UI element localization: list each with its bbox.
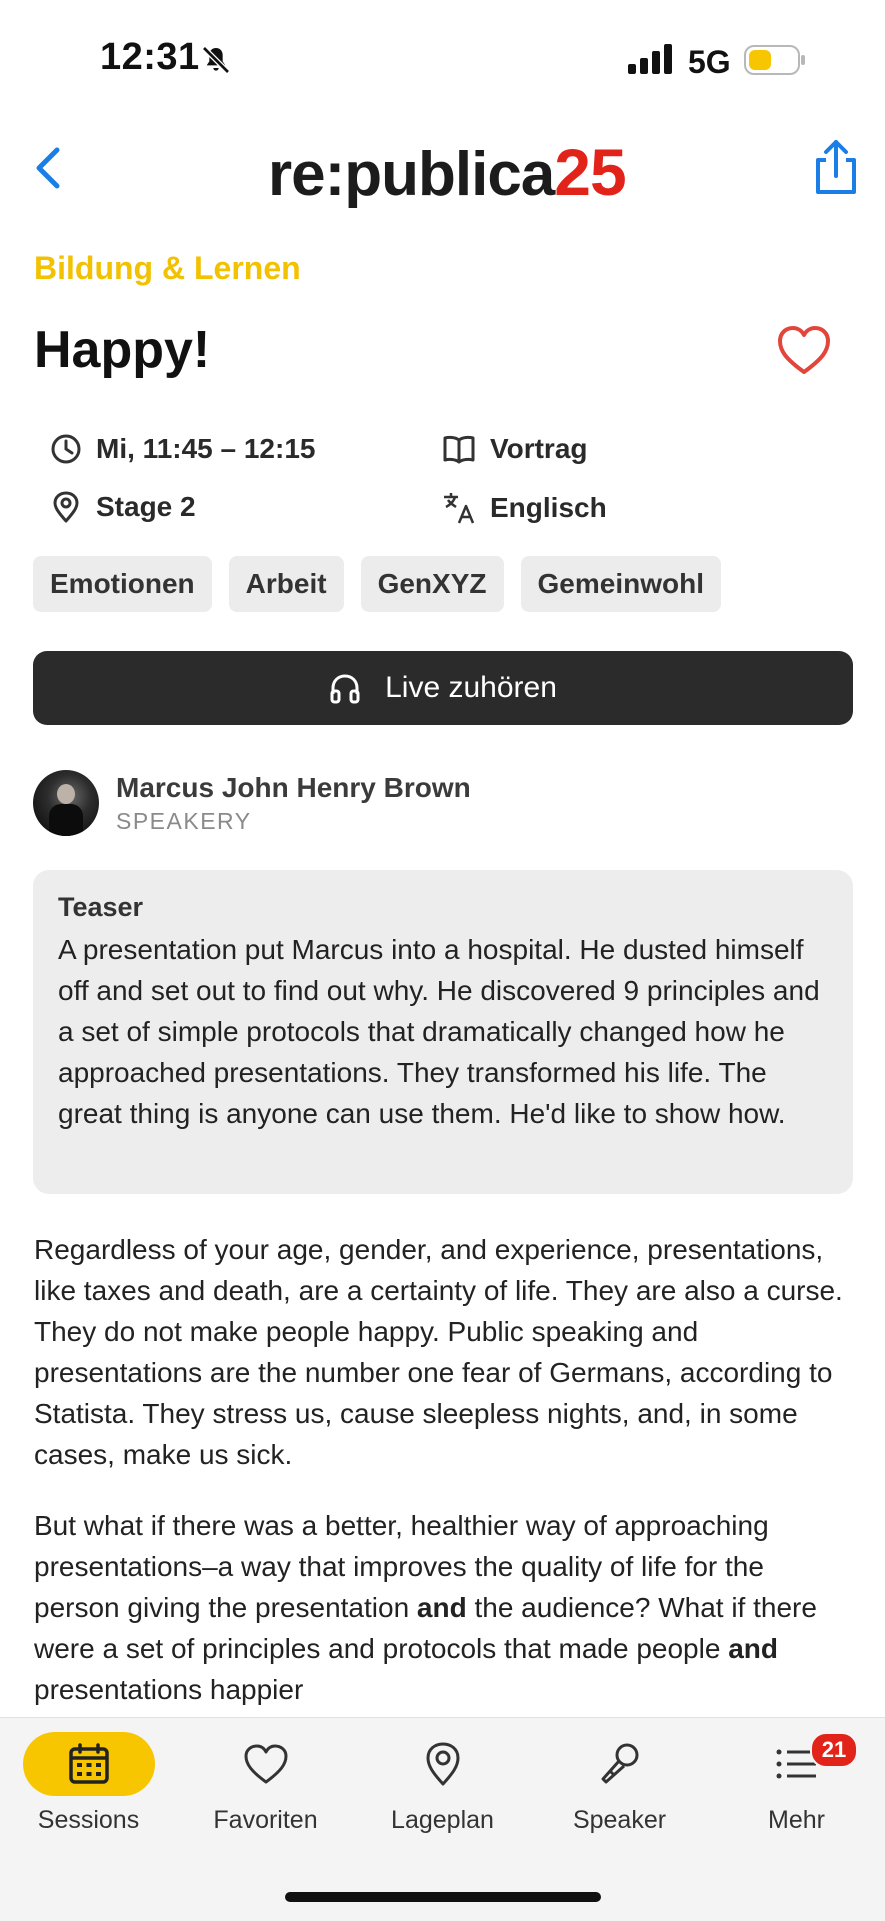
share-icon xyxy=(816,140,856,194)
microphone-icon xyxy=(601,1743,638,1784)
listen-live-label: Live zuhören xyxy=(385,671,557,704)
heart-icon xyxy=(244,1744,287,1784)
favorite-button[interactable] xyxy=(776,324,832,378)
tab-speaker[interactable]: Speaker xyxy=(531,1718,708,1848)
tab-label: Speaker xyxy=(572,1806,667,1834)
map-pin-icon xyxy=(426,1742,459,1786)
book-icon xyxy=(443,435,475,464)
session-title: Happy! xyxy=(34,321,211,379)
battery-icon xyxy=(744,44,806,81)
bold-text: and xyxy=(728,1633,778,1664)
tab-bar: Sessions Favoriten Lageplan Speaker 21 M… xyxy=(0,1717,885,1921)
bell-muted-icon xyxy=(200,44,232,81)
bold-text: and xyxy=(416,1592,467,1623)
network-type: 5G xyxy=(688,44,731,80)
teaser-label: Teaser xyxy=(58,892,144,922)
session-location-row: Stage 2 xyxy=(50,491,196,523)
speaker-name: Marcus John Henry Brown xyxy=(116,771,471,803)
logo-text: re:publica xyxy=(268,140,555,209)
tag-list: Emotionen Arbeit GenXYZ Gemeinwohl xyxy=(33,556,721,612)
tab-label: Favoriten xyxy=(213,1806,318,1834)
location-pin-icon xyxy=(53,491,79,523)
cellular-signal-icon xyxy=(628,44,674,79)
tag-chip[interactable]: Arbeit xyxy=(228,556,344,612)
speaker-row[interactable]: Marcus John Henry Brown SPEAKERY xyxy=(33,770,471,836)
notification-badge: 21 xyxy=(810,1732,858,1768)
tab-label: Mehr xyxy=(768,1806,825,1834)
heart-icon xyxy=(778,326,830,374)
text-span: presentations happier xyxy=(34,1674,304,1705)
session-format-row: Vortrag xyxy=(442,433,588,465)
share-button[interactable] xyxy=(808,138,864,198)
session-format: Vortrag xyxy=(490,433,588,464)
session-location: Stage 2 xyxy=(96,491,196,522)
teaser-box: Teaser A presentation put Marcus into a … xyxy=(33,870,853,1194)
tab-lageplan[interactable]: Lageplan xyxy=(354,1718,531,1848)
listen-live-button[interactable]: Live zuhören xyxy=(33,651,853,725)
tab-label: Sessions xyxy=(37,1806,140,1834)
session-language: Englisch xyxy=(490,492,607,523)
tab-label: Lageplan xyxy=(391,1806,494,1834)
speaker-avatar xyxy=(33,770,99,836)
clock-icon xyxy=(51,434,81,464)
status-time: 12:31 xyxy=(100,36,200,78)
tab-favoriten[interactable]: Favoriten xyxy=(177,1718,354,1848)
session-category[interactable]: Bildung & Lernen xyxy=(34,250,301,287)
chevron-left-icon xyxy=(36,147,60,189)
session-language-row: Englisch xyxy=(442,491,607,525)
nav-bar: re:publica25 xyxy=(0,120,885,220)
tag-chip[interactable]: GenXYZ xyxy=(360,556,504,612)
home-indicator[interactable] xyxy=(285,1892,601,1902)
translate-icon xyxy=(444,493,475,524)
speaker-organization: SPEAKERY xyxy=(116,807,252,834)
republica-logo: re:publica25 xyxy=(268,134,627,210)
tag-chip[interactable]: Gemeinwohl xyxy=(520,556,721,612)
logo-number: 25 xyxy=(554,135,626,209)
session-time-row: Mi, 11:45 – 12:15 xyxy=(50,433,315,465)
description-paragraph: Regardless of your age, gender, and expe… xyxy=(34,1234,843,1470)
tag-chip[interactable]: Emotionen xyxy=(33,556,212,612)
calendar-icon xyxy=(68,1743,109,1784)
teaser-text: A presentation put Marcus into a hospita… xyxy=(58,934,820,1129)
headphones-icon xyxy=(330,674,360,704)
tab-sessions[interactable]: Sessions xyxy=(0,1718,177,1848)
description-paragraph: But what if there was a better, healthie… xyxy=(34,1505,856,1710)
tab-mehr[interactable]: 21 Mehr xyxy=(708,1718,885,1848)
status-bar: 12:31 5G xyxy=(0,0,885,110)
session-time: Mi, 11:45 – 12:15 xyxy=(96,433,316,464)
back-button[interactable] xyxy=(22,142,74,194)
